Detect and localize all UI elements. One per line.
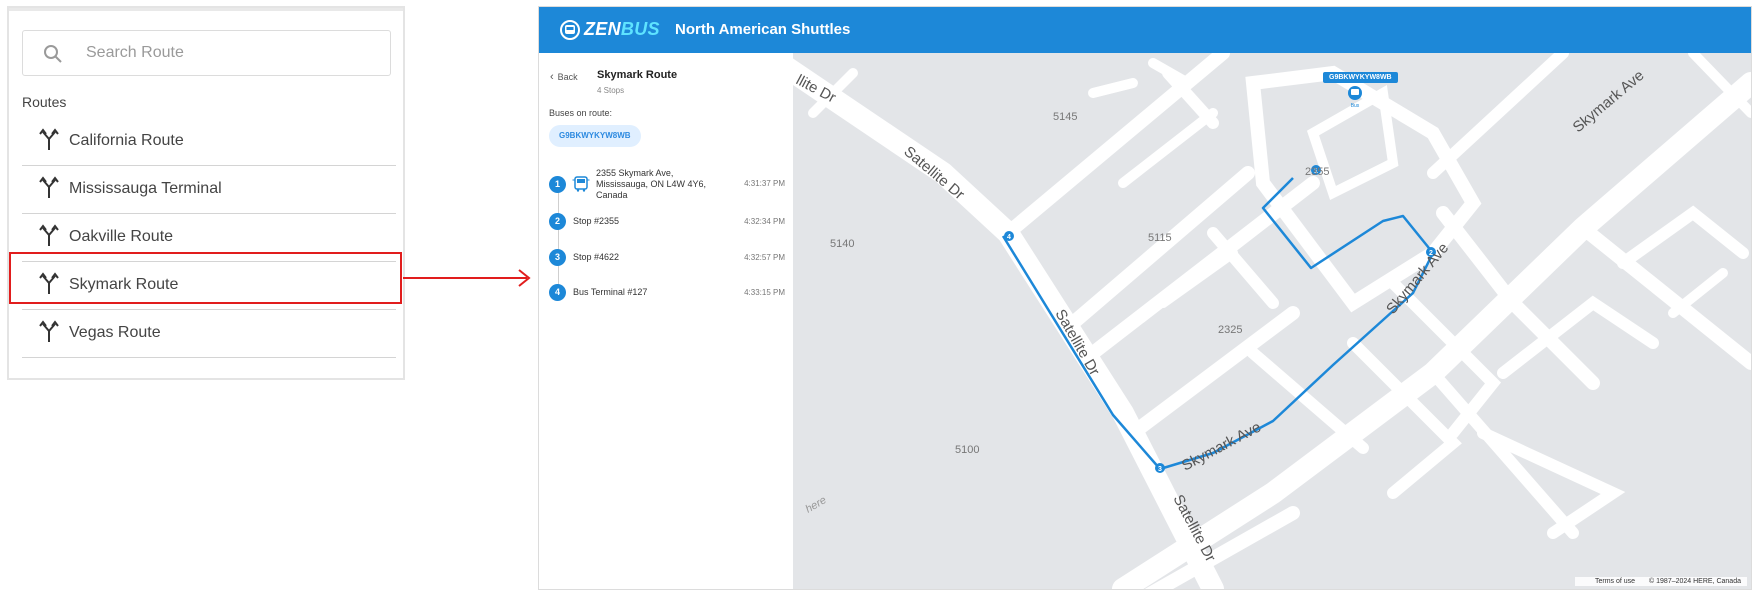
search-route-input[interactable]: Search Route: [22, 30, 391, 76]
pointer-arrow: [403, 269, 531, 287]
area-number: 5140: [830, 238, 854, 250]
area-number: 2355: [1305, 166, 1329, 178]
map-copyright: © 1987–2024 HERE, Canada: [1649, 578, 1741, 585]
stop-name: 2355 Skymark Ave, Mississauga, ON L4W 4Y…: [596, 168, 707, 200]
back-button[interactable]: ‹ Back: [550, 71, 578, 83]
area-number: 5100: [955, 444, 979, 456]
app-header: ZENBUS North American Shuttles: [539, 7, 1751, 53]
stop-name: Stop #2355: [573, 216, 620, 226]
stop-number: 4: [549, 284, 566, 301]
map-view[interactable]: 1 2 3 4 Bus 5145 5140 5115 2325 5100 235…: [793, 53, 1751, 589]
satellite-dr-road: [793, 58, 1224, 589]
bus-tag[interactable]: G9BKWYKYW8WB: [1323, 72, 1398, 83]
map-canvas: 1 2 3 4 Bus 5145 5140 5115 2325 5100 235…: [793, 53, 1751, 589]
area-number: 2325: [1218, 324, 1242, 336]
route-label: Oakville Route: [69, 228, 174, 245]
stop-name: Stop #4622: [573, 252, 620, 262]
svg-text:4: 4: [1007, 234, 1011, 241]
route-list-panel: Search Route Routes California Route Mis…: [7, 6, 405, 380]
stop-name: Bus Terminal #127: [573, 287, 648, 297]
search-placeholder: Search Route: [86, 44, 184, 61]
route-fork-icon: [39, 224, 59, 246]
street-label: Skymark Ave: [1570, 67, 1648, 136]
stop-marker-4[interactable]: 4: [1004, 231, 1014, 241]
stop-item[interactable]: 2 Stop #2355 4:32:34 PM: [549, 213, 785, 233]
route-fork-icon: [39, 176, 59, 198]
route-label: Vegas Route: [69, 324, 161, 341]
stop-item[interactable]: 4 Bus Terminal #127 4:33:15 PM: [549, 284, 785, 304]
terms-link[interactable]: Terms of use: [1595, 578, 1635, 585]
stop-time: 4:31:37 PM: [744, 179, 785, 188]
route-list: California Route Mississauga Terminal Oa…: [22, 118, 396, 358]
stop-time: 4:32:57 PM: [744, 253, 785, 262]
stop-time: 4:32:34 PM: [744, 217, 785, 226]
route-fork-icon: [39, 320, 59, 342]
brand-part-2: BUS: [620, 19, 660, 39]
routes-heading: Routes: [22, 94, 67, 110]
bus-chip[interactable]: G9BKWYKYW8WB: [549, 125, 641, 147]
route-label: Mississauga Terminal: [69, 180, 222, 197]
app-window: ZENBUS North American Shuttles ‹ Back Sky…: [538, 6, 1752, 590]
svg-text:Bus: Bus: [1351, 103, 1360, 109]
search-icon: [44, 45, 62, 63]
stop-number: 1: [549, 176, 566, 193]
stop-marker-3[interactable]: 3: [1155, 463, 1165, 473]
buses-on-route-label: Buses on route:: [549, 108, 613, 118]
street-label: Skymark Ave: [1179, 419, 1264, 475]
panel-top-border: [9, 8, 403, 11]
stop-item[interactable]: 3 Stop #4622 4:32:57 PM: [549, 249, 785, 269]
stops-count: 4 Stops: [597, 86, 625, 95]
here-watermark: here: [804, 494, 829, 515]
road-network: [793, 53, 1751, 589]
route-item-vegas[interactable]: Vegas Route: [22, 310, 396, 358]
selected-route-highlight: [9, 252, 402, 304]
app-title: North American Shuttles: [675, 21, 851, 38]
chevron-left-icon: ‹: [550, 71, 554, 83]
bus-icon: [572, 176, 590, 192]
area-number: 5115: [1148, 232, 1172, 244]
brand-logo: ZENBUS: [584, 19, 660, 40]
back-label: Back: [557, 72, 578, 82]
svg-text:3: 3: [1158, 466, 1162, 473]
route-item-california[interactable]: California Route: [22, 118, 396, 166]
stop-number: 3: [549, 249, 566, 266]
stop-time: 4:33:15 PM: [744, 288, 785, 297]
area-number: 5145: [1053, 111, 1077, 123]
stop-item[interactable]: 1 2355 Skymark Ave, Mississauga, ON L4W …: [549, 166, 785, 202]
route-fork-icon: [39, 128, 59, 150]
stop-number: 2: [549, 213, 566, 230]
brand-part-1: ZEN: [584, 19, 621, 39]
route-detail-sidebar: ‹ Back Skymark Route 4 Stops Buses on rou…: [539, 53, 794, 589]
route-item-mississauga-terminal[interactable]: Mississauga Terminal: [22, 166, 396, 214]
zenbus-logo-icon: [560, 20, 580, 40]
map-footer: Terms of use © 1987–2024 HERE, Canada: [1574, 577, 1747, 586]
skymark-ave-road: [1112, 72, 1751, 589]
route-label: California Route: [69, 132, 184, 149]
route-name: Skymark Route: [597, 69, 678, 81]
